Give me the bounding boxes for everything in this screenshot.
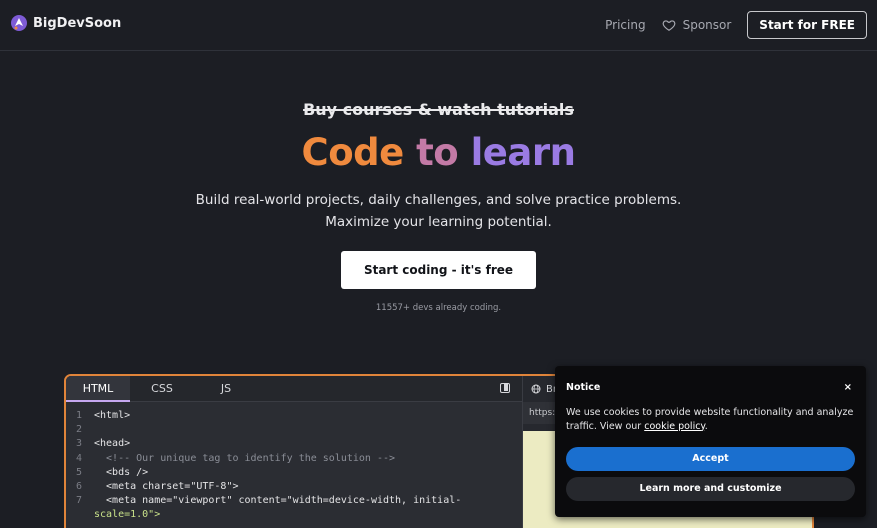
- hero-subtitle-line1: Build real-world projects, daily challen…: [195, 191, 682, 208]
- cookie-policy-link[interactable]: cookie policy: [644, 421, 704, 432]
- close-icon[interactable]: ×: [844, 382, 852, 393]
- cookie-text-end: .: [704, 420, 708, 432]
- start-coding-button[interactable]: Start coding - it's free: [341, 250, 536, 289]
- code-line: 2: [76, 424, 83, 436]
- code-line: 4 <!-- Our unique tag to identify the so…: [76, 452, 396, 464]
- hero-subtitle: Build real-world projects, daily challen…: [0, 189, 877, 233]
- tab-css[interactable]: CSS: [130, 376, 194, 402]
- nav-sponsor-link[interactable]: Sponsor: [662, 18, 732, 32]
- code-line: 1 <html>: [76, 410, 131, 421]
- logo[interactable]: BigDevSoon: [10, 14, 121, 32]
- cookie-notice-dialog: Notice × We use cookies to provide websi…: [555, 366, 866, 517]
- headline-word-learn: learn: [470, 131, 576, 174]
- globe-icon: [531, 384, 541, 394]
- hero-headline: Code to learn: [0, 131, 877, 174]
- accept-button[interactable]: Accept: [566, 447, 855, 471]
- cookie-notice-title: Notice: [566, 382, 601, 393]
- tab-html[interactable]: HTML: [66, 376, 130, 402]
- hero-section: Buy courses & watch tutorials Code to le…: [0, 100, 877, 313]
- top-navbar: BigDevSoon Pricing Sponsor Start for FRE…: [0, 0, 877, 51]
- start-free-button[interactable]: Start for FREE: [747, 11, 867, 39]
- code-area[interactable]: 1 <html> 2 3 <head> 4 <!-- Our unique tag …: [66, 402, 522, 523]
- hero-subtitle-line2: Maximize your learning potential.: [325, 213, 552, 230]
- headline-word-code: Code: [301, 131, 405, 174]
- learn-more-button[interactable]: Learn more and customize: [566, 477, 855, 501]
- tab-js[interactable]: JS: [194, 376, 258, 402]
- code-line: 5 <bds />: [76, 466, 149, 478]
- code-line: 3 <head>: [76, 438, 131, 450]
- split-view-icon[interactable]: [500, 383, 510, 393]
- nav-pricing-link[interactable]: Pricing: [605, 18, 645, 32]
- cookie-notice-text: We use cookies to provide website functi…: [566, 406, 855, 433]
- headline-word-to: to: [416, 131, 459, 174]
- cookie-text-body: We use cookies to provide website functi…: [566, 407, 854, 432]
- heart-icon: [662, 20, 675, 31]
- code-line: 6 <meta charset="UTF-8">: [76, 481, 239, 493]
- code-line: 7 <meta name="viewport" content="width=d…: [76, 495, 462, 507]
- code-line: scale=1.0">: [94, 509, 161, 521]
- logo-text: BigDevSoon: [33, 15, 122, 31]
- rocket-logo-icon: [11, 15, 27, 31]
- sponsor-label: Sponsor: [682, 18, 732, 32]
- main-nav: Pricing Sponsor Start for FREE: [605, 11, 867, 39]
- strikethrough-tagline: Buy courses & watch tutorials: [303, 100, 574, 119]
- dev-count-text: 11557+ devs already coding.: [375, 302, 502, 313]
